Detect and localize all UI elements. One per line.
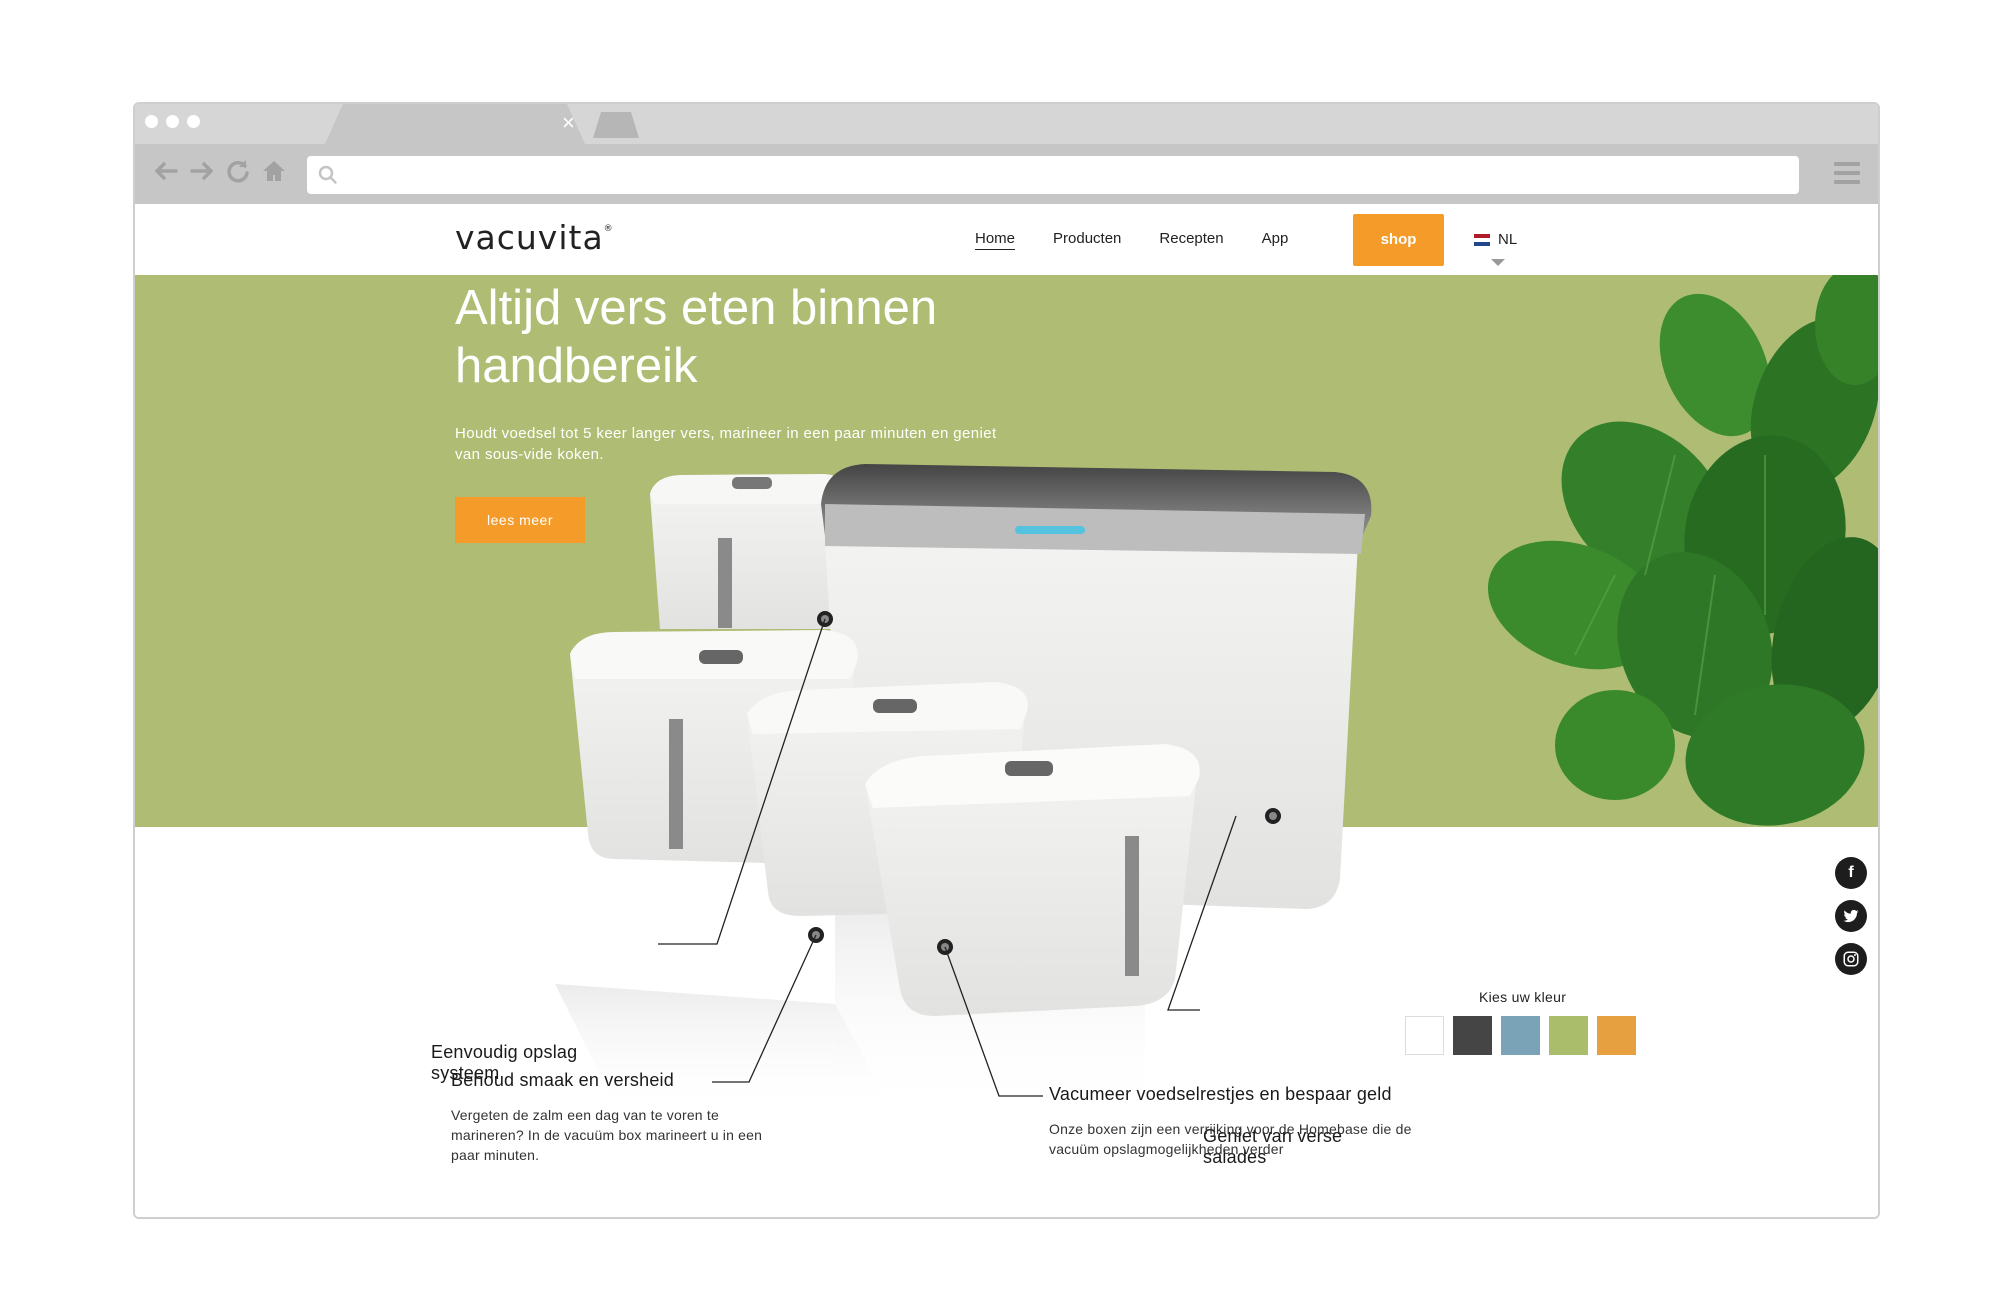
swatch-white[interactable]	[1405, 1016, 1444, 1055]
callout-taste-title: Behoud smaak en versheid	[451, 1070, 674, 1090]
color-picker-label: Kies uw kleur	[1479, 989, 1567, 1005]
swatch-green[interactable]	[1549, 1016, 1588, 1055]
window-controls	[145, 115, 200, 128]
hero-section: Altijd vers eten binnen handbereik Houdt…	[135, 275, 1878, 827]
callout-taste-block: Behoud smaak en versheid Vergeten de zal…	[451, 1070, 791, 1165]
hero-subtitle: Houdt voedsel tot 5 keer langer vers, ma…	[455, 425, 997, 463]
nav-app[interactable]: App	[1262, 230, 1289, 250]
search-icon	[318, 165, 337, 184]
hero-title: Altijd vers eten binnen handbereik	[455, 281, 938, 393]
browser-toolbar	[135, 144, 1878, 204]
window-zoom-dot[interactable]	[187, 115, 200, 128]
basil-image	[1487, 275, 1878, 826]
window-minimize-dot[interactable]	[166, 115, 179, 128]
home-icon[interactable]	[259, 157, 289, 187]
browser-tab[interactable]	[325, 104, 585, 144]
browser-window: × vacuvita® Home Producten Recepten App …	[133, 102, 1880, 1219]
back-icon[interactable]	[151, 157, 181, 187]
language-label: NL	[1498, 231, 1518, 248]
dutch-flag-icon	[1474, 233, 1490, 246]
site-logo[interactable]: vacuvita®	[455, 218, 614, 257]
page-viewport: vacuvita® Home Producten Recepten App sh…	[135, 204, 1878, 1217]
site-header: vacuvita® Home Producten Recepten App sh…	[135, 204, 1878, 275]
menu-icon[interactable]	[1834, 162, 1860, 189]
main-nav: Home Producten Recepten App	[975, 230, 1288, 250]
social-sidebar: f	[1824, 844, 1878, 993]
reload-icon[interactable]	[223, 157, 253, 187]
shop-button[interactable]: shop	[1353, 214, 1444, 266]
address-bar[interactable]	[307, 156, 1799, 194]
swatch-dark-grey[interactable]	[1453, 1016, 1492, 1055]
callout-vacuum-text: Onze boxen zijn een verrijking voor de H…	[1049, 1121, 1412, 1157]
callout-taste-text: Vergeten de zalm een dag van te voren te…	[451, 1107, 763, 1163]
swatch-blue[interactable]	[1501, 1016, 1540, 1055]
callout-vacuum-block: Vacumeer voedselrestjes en bespaar geld …	[1049, 1084, 1439, 1159]
tab-close-icon[interactable]: ×	[562, 112, 575, 134]
forward-icon[interactable]	[187, 157, 217, 187]
read-more-button[interactable]: lees meer	[455, 497, 585, 543]
callout-vacuum-title: Vacumeer voedselrestjes en bespaar geld	[1049, 1084, 1392, 1104]
language-selector[interactable]: NL	[1474, 231, 1517, 248]
window-close-dot[interactable]	[145, 115, 158, 128]
instagram-icon[interactable]	[1835, 943, 1867, 975]
color-picker	[1405, 1016, 1636, 1055]
swatch-orange[interactable]	[1597, 1016, 1636, 1055]
browser-titlebar: ×	[135, 104, 1878, 144]
nav-recepten[interactable]: Recepten	[1159, 230, 1223, 250]
new-tab-button[interactable]	[593, 112, 639, 138]
chevron-down-icon[interactable]	[1491, 259, 1505, 266]
nav-producten[interactable]: Producten	[1053, 230, 1121, 250]
twitter-icon[interactable]	[1835, 900, 1867, 932]
facebook-icon[interactable]: f	[1835, 857, 1867, 889]
nav-home[interactable]: Home	[975, 230, 1016, 250]
